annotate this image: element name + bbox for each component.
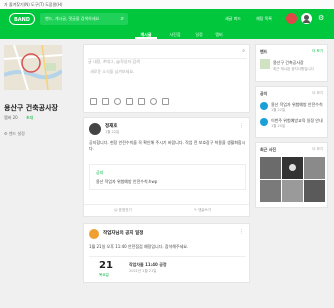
notice-item-1-time: 1월 22일: [271, 108, 286, 112]
search-placeholder: 밴드, 게시글, 댓글을 검색하세요: [45, 16, 100, 21]
notice-more-link[interactable]: 더 보기: [312, 91, 323, 96]
author-avatar[interactable]: [89, 123, 101, 135]
recent-photos-widget: 최근 사진 더 보기: [255, 142, 328, 208]
attachment-title: 공지: [96, 170, 104, 175]
band-settings-link[interactable]: ⚙ 밴드 설정: [4, 131, 25, 137]
notice-avatar: [260, 102, 268, 110]
header-search-input[interactable]: 밴드, 게시글, 댓글을 검색하세요 ⌕: [40, 13, 128, 25]
notice-avatar: [260, 118, 268, 126]
gear-icon: ⚙: [4, 131, 8, 136]
photo-thumbnail[interactable]: [304, 157, 325, 179]
schedule-event[interactable]: 21 목요일 작업자들 11:40 공정 2021년 1월 21일: [89, 256, 246, 279]
photo-thumbnail[interactable]: [260, 180, 281, 202]
smile-icon: ☺: [114, 208, 118, 212]
event-day: 21: [99, 260, 113, 271]
photos-more-link[interactable]: 더 보기: [312, 147, 323, 152]
schedule-more-icon[interactable]: ⋮: [239, 229, 244, 235]
settings-gear-icon[interactable]: ⚙: [318, 14, 324, 22]
search-icon[interactable]: ⌕: [121, 13, 124, 25]
calendar-icon[interactable]: [138, 98, 145, 105]
comment-label: 댓글쓰기: [198, 208, 211, 212]
new-feed-link[interactable]: 새글 피드: [225, 14, 241, 24]
photos-title: 최근 사진: [260, 147, 277, 152]
notification-icon[interactable]: [286, 13, 297, 24]
comment-button[interactable]: ✎ 댓글쓰기: [194, 208, 211, 213]
post-more-icon[interactable]: ⋮: [239, 123, 244, 129]
band-name: 용산구 건축공사장: [4, 104, 58, 112]
schedule-card: 작업자님의 공지 일정 ⋮ 1월 21일 오후 11:40 안전점검 예정입니다…: [83, 223, 250, 283]
widget-more-link[interactable]: 더 보기: [312, 49, 323, 54]
schedule-subtitle: 1월 21일 오후 11:40 안전점검 예정입니다. 참석해주세요.: [89, 244, 189, 249]
app-header: BAND 밴드, 게시글, 댓글을 검색하세요 ⌕ 새글 피드 채팅 목록 ⚙: [0, 9, 334, 30]
my-band-widget: 밴드 더 보기 용산구 건축공사장 최근 게시된 공지사항입니다: [255, 44, 328, 82]
schedule-avatar[interactable]: [89, 229, 99, 239]
attachment-filename: 용산 작업자 위험예방 안전수칙.hwp: [96, 179, 158, 184]
schedule-title[interactable]: 작업자님의 공지 일정: [103, 230, 143, 236]
post-attachment[interactable]: 공지 용산 작업자 위험예방 안전수칙.hwp: [89, 164, 246, 190]
widget-band-desc: 최근 게시된 공지사항입니다: [273, 67, 314, 71]
write-post-textarea[interactable]: 새로운 소식을 남겨보세요.: [90, 69, 134, 75]
tab-photos[interactable]: 사진첩: [165, 30, 185, 39]
video-icon[interactable]: [102, 98, 109, 105]
like-button[interactable]: ☺ 표정짓기: [114, 208, 132, 213]
file-icon[interactable]: [126, 98, 133, 105]
os-menu-bar: 가 즐겨찾기(N) 도구(T) 도움말(H): [0, 0, 334, 9]
divider: [84, 204, 249, 205]
photo-thumbnail[interactable]: [260, 157, 281, 179]
post-time: 1월 22일: [105, 130, 120, 134]
notice-title: 공지: [260, 91, 268, 96]
photo-thumbnail[interactable]: [304, 180, 325, 202]
profile-avatar[interactable]: [301, 13, 312, 24]
event-title: 작업자들 11:40 공정: [129, 262, 167, 267]
post-author[interactable]: 정재호: [105, 123, 117, 129]
chat-list-link[interactable]: 채팅 목록: [256, 14, 272, 24]
widget-band-name[interactable]: 용산구 건축공사장: [273, 60, 304, 66]
tab-posts[interactable]: 게시글: [135, 30, 157, 39]
notice-widget: 공지 더 보기 용산 작업자 위험예방 안전수칙 1월 22일 이번주 위험예방…: [255, 86, 328, 138]
post-card: 정재호 1월 22일 ⋮ 공지합니다. 현장 안전수칙을 꼭 확인해 주시기 바…: [83, 117, 250, 217]
sticker-icon[interactable]: [114, 98, 121, 105]
event-weekday: 목요일: [99, 273, 109, 277]
tab-schedule[interactable]: 일정: [191, 30, 207, 39]
band-thumbnail[interactable]: [260, 59, 270, 69]
band-cover-map[interactable]: [4, 45, 62, 90]
location-icon[interactable]: [150, 98, 157, 105]
post-search-placeholder: 글 내용, #태그, @작성자 검색: [88, 59, 140, 64]
like-label: 표정짓기: [118, 208, 132, 212]
band-logo[interactable]: BAND: [9, 13, 35, 25]
vote-icon[interactable]: [162, 98, 169, 105]
composer-toolbar: [90, 98, 169, 105]
band-tabs: 게시글 사진첩 일정 멤버: [0, 30, 334, 39]
photo-thumbnail[interactable]: [282, 180, 303, 202]
widget-title: 밴드: [260, 49, 268, 54]
photo-icon[interactable]: [90, 98, 97, 105]
notice-item-2-time: 1월 20일: [271, 124, 286, 128]
post-composer: 글 내용, #태그, @작성자 검색 ⌕ 새로운 소식을 남겨보세요.: [83, 44, 250, 113]
member-count[interactable]: 멤버 20: [4, 115, 18, 121]
event-time: 2021년 1월 21일: [129, 269, 157, 273]
search-icon: ⌕: [242, 48, 245, 54]
post-search-input[interactable]: 글 내용, #태그, @작성자 검색 ⌕: [88, 48, 247, 64]
post-body: 공지합니다. 현장 안전수칙을 꼭 확인해 주시기 바랍니다. 작업 전 보호장…: [89, 140, 246, 151]
invite-link[interactable]: 초대: [26, 115, 33, 121]
video-thumbnail[interactable]: [282, 157, 303, 179]
comment-icon: ✎: [194, 208, 197, 212]
tab-members[interactable]: 멤버: [211, 30, 227, 39]
band-settings-label: 밴드 설정: [8, 131, 25, 136]
play-icon: [289, 164, 296, 171]
